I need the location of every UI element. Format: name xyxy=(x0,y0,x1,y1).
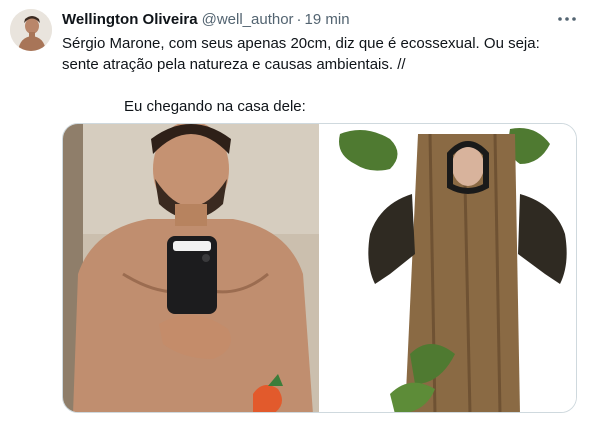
more-horizontal-icon xyxy=(558,17,576,21)
separator-dot: · xyxy=(296,10,302,28)
tweet-text-line-1: Sérgio Marone, com seus apenas 20cm, diz… xyxy=(62,35,540,52)
avatar[interactable] xyxy=(10,9,52,51)
tweet: Wellington Oliveira @well_author · 19 mi… xyxy=(0,0,593,425)
tweet-text-line-2: sente atração pela natureza e causas amb… xyxy=(62,56,406,73)
shirtless-man-mirror-selfie-image xyxy=(63,124,319,412)
tweet-header: Wellington Oliveira @well_author · 19 mi… xyxy=(62,9,350,29)
user-handle[interactable]: @well_author xyxy=(202,11,294,28)
tree-costume-image xyxy=(320,124,576,412)
tweet-text-line-3: Eu chegando na casa dele: xyxy=(124,98,306,115)
timestamp[interactable]: 19 min xyxy=(305,11,350,28)
display-name[interactable]: Wellington Oliveira xyxy=(62,11,198,28)
media-image-right[interactable] xyxy=(320,124,576,412)
more-options-button[interactable] xyxy=(555,8,579,30)
media-image-left[interactable] xyxy=(63,124,319,412)
tweet-media[interactable] xyxy=(62,123,577,413)
tweet-text: Sérgio Marone, com seus apenas 20cm, diz… xyxy=(62,33,577,117)
